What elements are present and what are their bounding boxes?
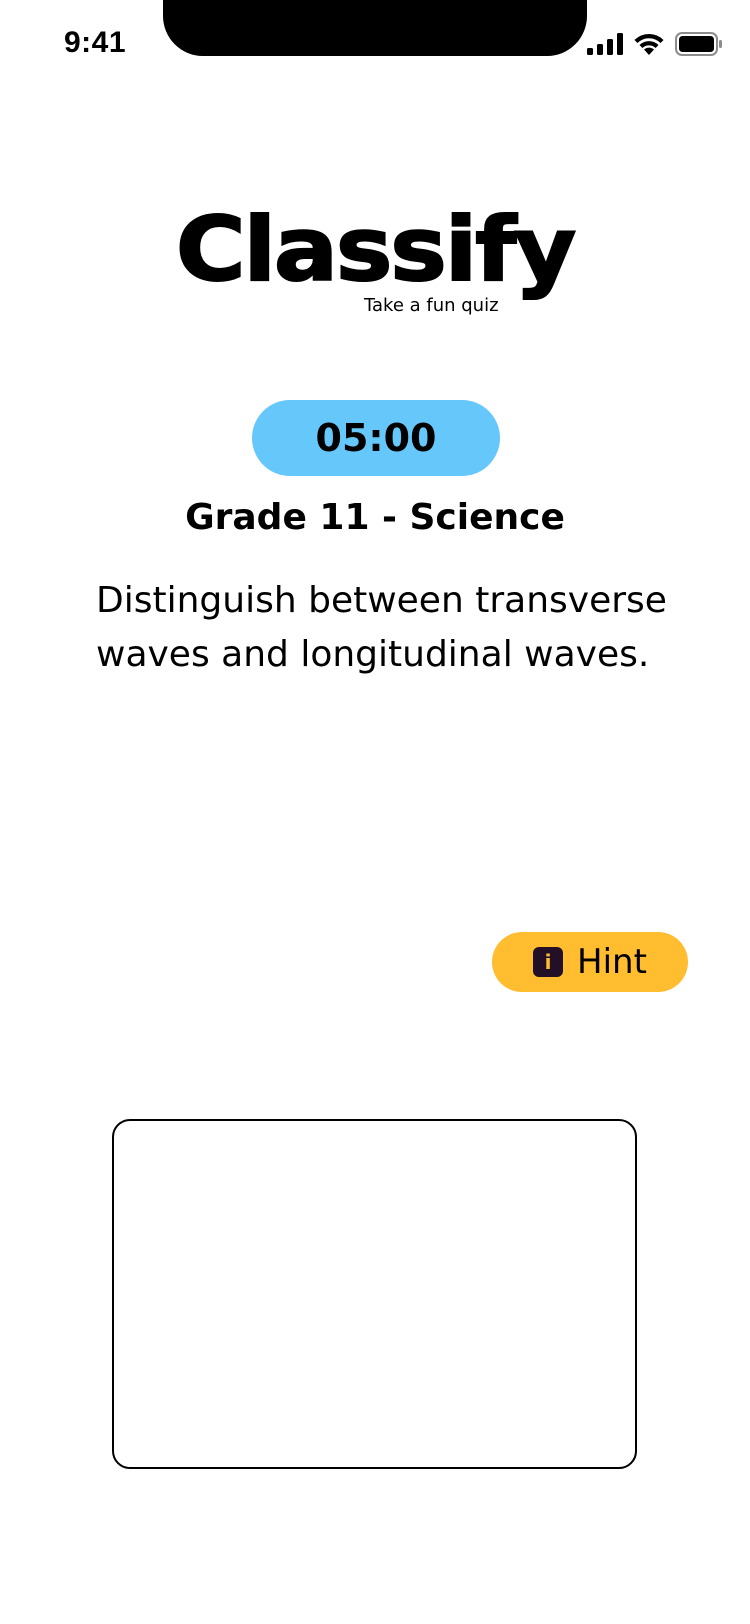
battery-icon: [675, 32, 722, 56]
quiz-subject-heading: Grade 11 - Science: [185, 497, 565, 538]
app-logo-tagline: Take a fun quiz: [361, 295, 502, 316]
cellular-signal-icon: [587, 33, 623, 55]
countdown-timer: 05:00: [252, 400, 500, 476]
answer-input[interactable]: [112, 1119, 637, 1469]
status-bar-time: 9:41: [64, 26, 127, 59]
hint-button-label: Hint: [577, 942, 647, 982]
hint-button[interactable]: i Hint: [492, 932, 688, 992]
device-notch: [163, 0, 587, 56]
quiz-question-text: Distinguish between transverse waves and…: [96, 580, 667, 675]
wifi-icon: [634, 33, 664, 55]
info-icon: i: [533, 947, 564, 977]
app-logo-title: Classify: [175, 198, 578, 301]
app-logo: Classify Take a fun quiz: [0, 198, 750, 316]
status-bar-icons: [587, 32, 723, 56]
